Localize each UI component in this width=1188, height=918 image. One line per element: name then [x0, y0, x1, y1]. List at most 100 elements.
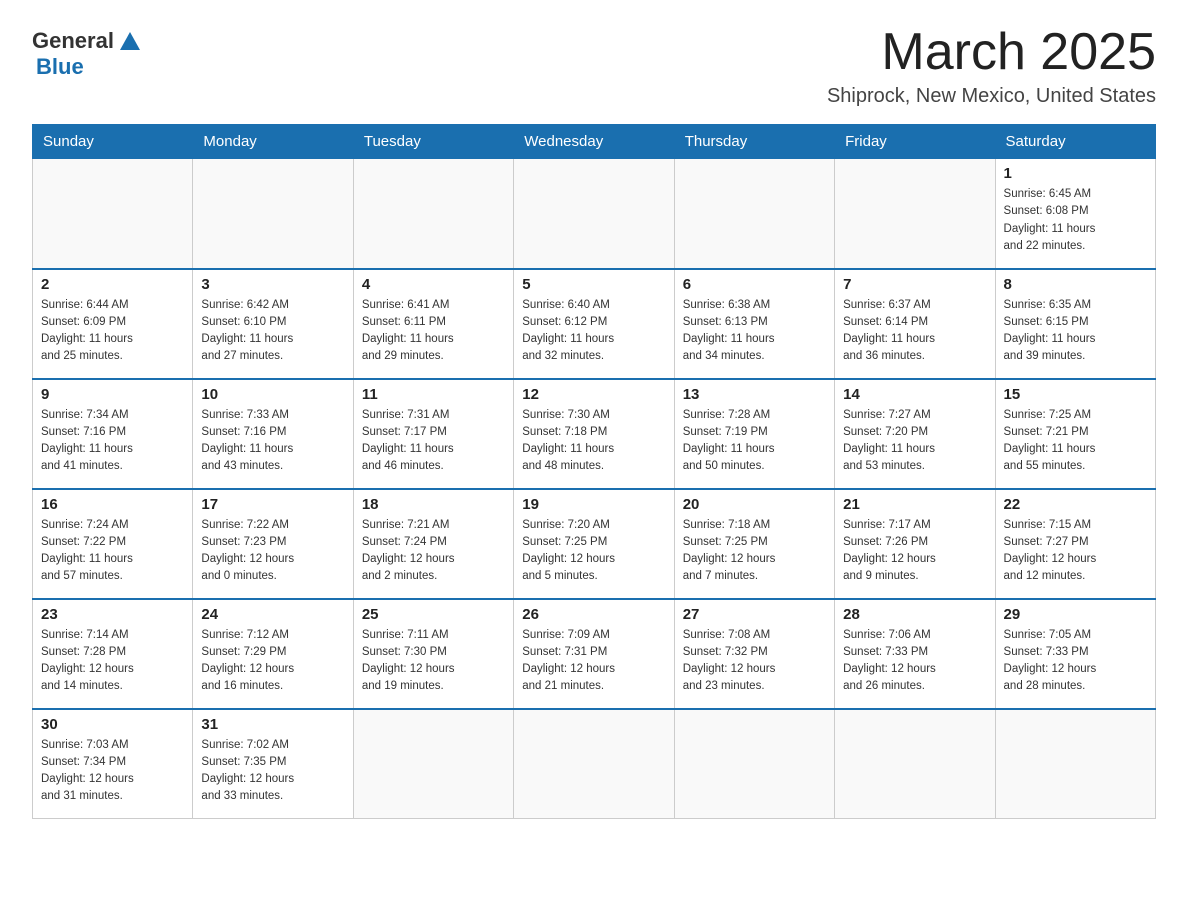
calendar-cell: 28Sunrise: 7:06 AM Sunset: 7:33 PM Dayli… — [835, 599, 995, 709]
day-number: 13 — [683, 386, 826, 403]
logo-general-text: General — [32, 28, 114, 54]
day-number: 20 — [683, 496, 826, 513]
day-number: 26 — [522, 606, 665, 623]
weekday-header-monday: Monday — [193, 125, 353, 159]
day-number: 29 — [1004, 606, 1147, 623]
calendar-cell: 10Sunrise: 7:33 AM Sunset: 7:16 PM Dayli… — [193, 379, 353, 489]
calendar-cell — [514, 159, 674, 269]
calendar-week-0: 1Sunrise: 6:45 AM Sunset: 6:08 PM Daylig… — [33, 159, 1156, 269]
calendar-cell: 4 Sunrise: 6:41 AM Sunset: 6:11 PM Daylig… — [353, 269, 513, 379]
day-number: 1 — [1004, 165, 1147, 182]
day-number: 7 — [843, 276, 986, 293]
calendar-cell — [33, 159, 193, 269]
weekday-header-tuesday: Tuesday — [353, 125, 513, 159]
day-info: Sunrise: 7:08 AM Sunset: 7:32 PM Dayligh… — [683, 627, 826, 696]
day-number: 23 — [41, 606, 184, 623]
calendar-cell: 13 Sunrise: 7:28 AM Sunset: 7:19 PM Dayli… — [674, 379, 834, 489]
calendar-cell: 22 Sunrise: 7:15 AM Sunset: 7:27 PM Dayli… — [995, 489, 1155, 599]
calendar-cell: 6 Sunrise: 6:38 AM Sunset: 6:13 PM Daylig… — [674, 269, 834, 379]
calendar-cell: 24 Sunrise: 7:12 AM Sunset: 7:29 PM Dayli… — [193, 599, 353, 709]
calendar-cell — [193, 159, 353, 269]
page-header: General Blue March 2025 Shiprock, New Me… — [32, 24, 1156, 108]
day-number: 14 — [843, 386, 986, 403]
day-number: 25 — [362, 606, 505, 623]
weekday-header-sunday: Sunday — [33, 125, 193, 159]
day-number: 24 — [201, 606, 344, 623]
day-number: 4 — [362, 276, 505, 293]
day-number: 18 — [362, 496, 505, 513]
calendar-cell: 31 Sunrise: 7:02 AM Sunset: 7:35 PM Dayli… — [193, 709, 353, 819]
day-number: 5 — [522, 276, 665, 293]
calendar-cell: 25 Sunrise: 7:11 AM Sunset: 7:30 PM Dayli… — [353, 599, 513, 709]
calendar-week-5: 30 Sunrise: 7:03 AM Sunset: 7:34 PM Dayli… — [33, 709, 1156, 819]
day-info: Sunrise: 7:15 AM Sunset: 7:27 PM Dayligh… — [1004, 517, 1147, 586]
day-number: 27 — [683, 606, 826, 623]
day-info: Sunrise: 7:05 AM Sunset: 7:33 PM Dayligh… — [1004, 627, 1147, 696]
calendar-week-2: 9Sunrise: 7:34 AM Sunset: 7:16 PM Daylig… — [33, 379, 1156, 489]
day-number: 3 — [201, 276, 344, 293]
day-info: Sunrise: 7:11 AM Sunset: 7:30 PM Dayligh… — [362, 627, 505, 696]
weekday-header-thursday: Thursday — [674, 125, 834, 159]
weekday-header-friday: Friday — [835, 125, 995, 159]
day-info: Sunrise: 7:09 AM Sunset: 7:31 PM Dayligh… — [522, 627, 665, 696]
calendar-cell: 23 Sunrise: 7:14 AM Sunset: 7:28 PM Dayli… — [33, 599, 193, 709]
day-info: Sunrise: 7:17 AM Sunset: 7:26 PM Dayligh… — [843, 517, 986, 586]
day-number: 28 — [843, 606, 986, 623]
day-info: Sunrise: 6:35 AM Sunset: 6:15 PM Dayligh… — [1004, 297, 1147, 366]
day-info: Sunrise: 6:41 AM Sunset: 6:11 PM Dayligh… — [362, 297, 505, 366]
day-number: 9 — [41, 386, 184, 403]
calendar-cell: 19 Sunrise: 7:20 AM Sunset: 7:25 PM Dayli… — [514, 489, 674, 599]
calendar-cell: 5 Sunrise: 6:40 AM Sunset: 6:12 PM Daylig… — [514, 269, 674, 379]
day-number: 15 — [1004, 386, 1147, 403]
day-number: 21 — [843, 496, 986, 513]
day-number: 10 — [201, 386, 344, 403]
day-info: Sunrise: 6:38 AM Sunset: 6:13 PM Dayligh… — [683, 297, 826, 366]
calendar-week-4: 23 Sunrise: 7:14 AM Sunset: 7:28 PM Dayli… — [33, 599, 1156, 709]
calendar-cell: 15 Sunrise: 7:25 AM Sunset: 7:21 PM Dayli… — [995, 379, 1155, 489]
calendar-cell — [995, 709, 1155, 819]
calendar-week-1: 2Sunrise: 6:44 AM Sunset: 6:09 PM Daylig… — [33, 269, 1156, 379]
logo: General Blue — [32, 24, 140, 80]
day-number: 6 — [683, 276, 826, 293]
day-info: Sunrise: 7:22 AM Sunset: 7:23 PM Dayligh… — [201, 517, 344, 586]
day-number: 22 — [1004, 496, 1147, 513]
day-info: Sunrise: 7:20 AM Sunset: 7:25 PM Dayligh… — [522, 517, 665, 586]
day-info: Sunrise: 7:30 AM Sunset: 7:18 PM Dayligh… — [522, 407, 665, 476]
calendar-cell: 30 Sunrise: 7:03 AM Sunset: 7:34 PM Dayli… — [33, 709, 193, 819]
calendar-cell: 16Sunrise: 7:24 AM Sunset: 7:22 PM Dayli… — [33, 489, 193, 599]
subtitle: Shiprock, New Mexico, United States — [827, 85, 1156, 108]
day-info: Sunrise: 7:02 AM Sunset: 7:35 PM Dayligh… — [201, 737, 344, 806]
day-info: Sunrise: 7:28 AM Sunset: 7:19 PM Dayligh… — [683, 407, 826, 476]
day-info: Sunrise: 7:27 AM Sunset: 7:20 PM Dayligh… — [843, 407, 986, 476]
calendar-header-row: SundayMondayTuesdayWednesdayThursdayFrid… — [33, 125, 1156, 159]
main-title: March 2025 — [827, 24, 1156, 81]
title-block: March 2025 Shiprock, New Mexico, United … — [827, 24, 1156, 108]
calendar-cell — [835, 159, 995, 269]
calendar-cell: 26 Sunrise: 7:09 AM Sunset: 7:31 PM Dayli… — [514, 599, 674, 709]
calendar-cell: 14 Sunrise: 7:27 AM Sunset: 7:20 PM Dayli… — [835, 379, 995, 489]
day-number: 30 — [41, 716, 184, 733]
calendar-cell — [514, 709, 674, 819]
calendar-cell — [835, 709, 995, 819]
calendar-cell: 3Sunrise: 6:42 AM Sunset: 6:10 PM Daylig… — [193, 269, 353, 379]
day-number: 31 — [201, 716, 344, 733]
day-info: Sunrise: 6:37 AM Sunset: 6:14 PM Dayligh… — [843, 297, 986, 366]
day-info: Sunrise: 7:24 AM Sunset: 7:22 PM Dayligh… — [41, 517, 184, 586]
calendar-cell: 11Sunrise: 7:31 AM Sunset: 7:17 PM Dayli… — [353, 379, 513, 489]
day-number: 19 — [522, 496, 665, 513]
calendar-cell — [674, 159, 834, 269]
calendar-cell: 8Sunrise: 6:35 AM Sunset: 6:15 PM Daylig… — [995, 269, 1155, 379]
day-info: Sunrise: 7:03 AM Sunset: 7:34 PM Dayligh… — [41, 737, 184, 806]
day-info: Sunrise: 6:40 AM Sunset: 6:12 PM Dayligh… — [522, 297, 665, 366]
calendar-cell: 2Sunrise: 6:44 AM Sunset: 6:09 PM Daylig… — [33, 269, 193, 379]
calendar-cell — [674, 709, 834, 819]
calendar-cell: 21 Sunrise: 7:17 AM Sunset: 7:26 PM Dayli… — [835, 489, 995, 599]
day-number: 11 — [362, 386, 505, 403]
calendar-cell: 7 Sunrise: 6:37 AM Sunset: 6:14 PM Daylig… — [835, 269, 995, 379]
logo-triangle-icon — [120, 32, 140, 50]
day-info: Sunrise: 7:25 AM Sunset: 7:21 PM Dayligh… — [1004, 407, 1147, 476]
day-info: Sunrise: 7:14 AM Sunset: 7:28 PM Dayligh… — [41, 627, 184, 696]
day-info: Sunrise: 7:12 AM Sunset: 7:29 PM Dayligh… — [201, 627, 344, 696]
logo-text: General — [32, 28, 140, 54]
weekday-header-wednesday: Wednesday — [514, 125, 674, 159]
